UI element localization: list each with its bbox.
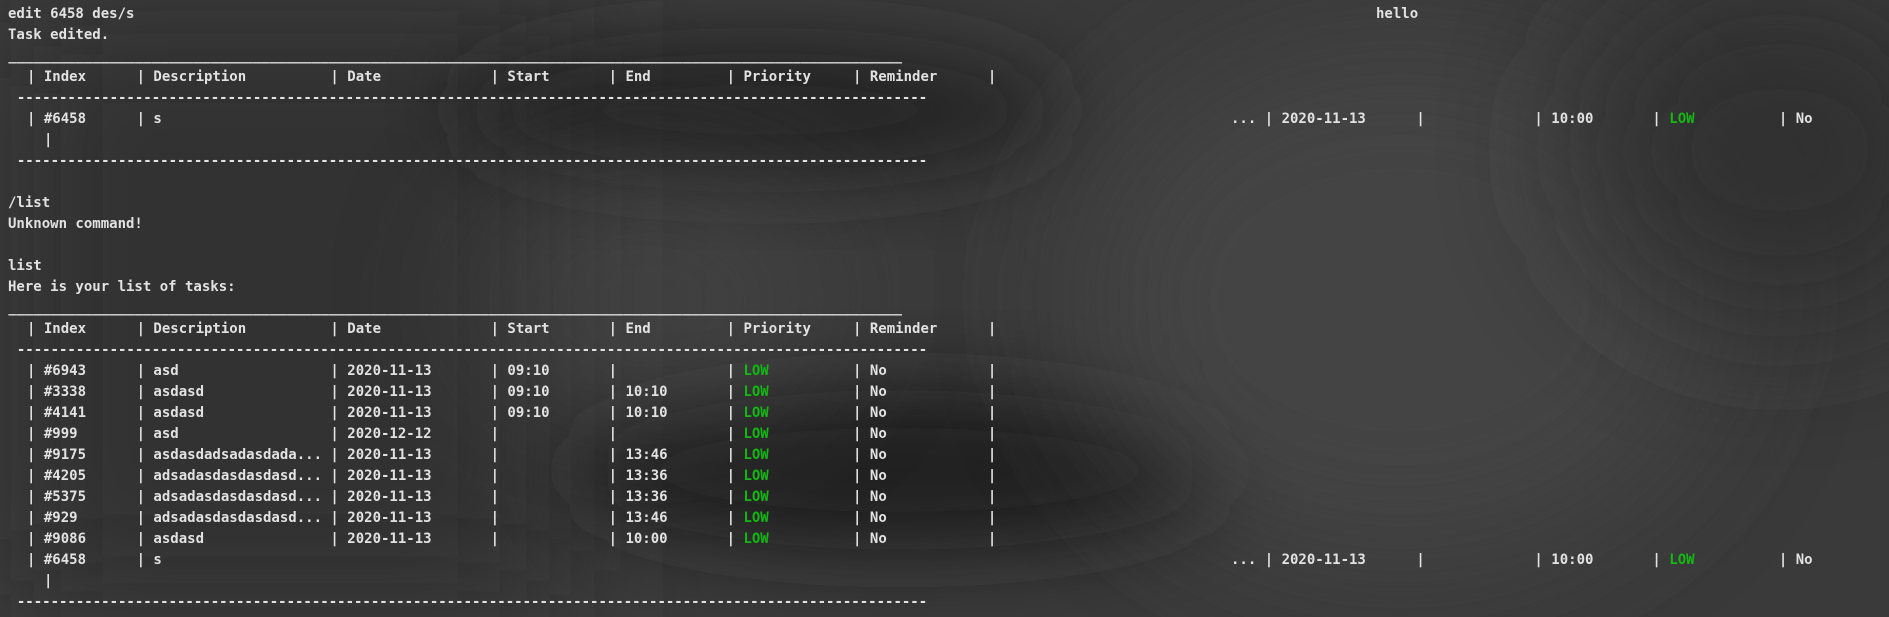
row-cells-end: | No | (768, 405, 997, 421)
row-cells: ... | 2020-11-13 | | 10:00 | (1231, 111, 1670, 127)
row-cells: | #9175 | asdasdadsadasdada... | 2020-11… (27, 447, 744, 463)
command-list: list (8, 258, 42, 274)
row-cells-end: | No | (768, 447, 997, 463)
message-unknown-command: Unknown command! (8, 216, 143, 232)
window-label: hello (1376, 6, 1419, 22)
row-cells: | #4205 | adsadasdasdasdasd... | 2020-11… (27, 468, 744, 484)
table-row: | #929 | adsadasdasdasdasd... | 2020-11-… (27, 508, 996, 528)
row-cells: ... | 2020-11-13 | | 10:00 | (1231, 552, 1670, 568)
row-cells: | #4141 | asdasd | 2020-11-13 | 09:10 | … (27, 405, 744, 421)
priority-badge: LOW (743, 447, 769, 463)
priority-badge: LOW (1669, 111, 1695, 127)
table-header: | Index | Description | Date | Start | E… (27, 321, 997, 337)
table-top-border: ________________________________________… (0, 48, 902, 64)
priority-badge: LOW (743, 468, 769, 484)
row-cells-end: | No | (768, 489, 997, 505)
table-row: | #4141 | asdasd | 2020-11-13 | 09:10 | … (27, 403, 996, 423)
table-divider: ----------------------------------------… (0, 342, 928, 358)
table-divider: ----------------------------------------… (0, 90, 928, 106)
priority-badge: LOW (743, 384, 769, 400)
row-cells-end: | No (1694, 552, 1813, 568)
priority-badge: LOW (1669, 552, 1695, 568)
terminal-output: edit 6458 des/s hello Task edited. _____… (0, 0, 1889, 617)
row-wrap-pipe: | (44, 132, 53, 148)
priority-badge: LOW (743, 489, 769, 505)
command-slash-list: /list (8, 195, 51, 211)
row-cells-end: | No | (768, 363, 997, 379)
message-task-list: Here is your list of tasks: (8, 279, 236, 295)
table-row: | #4205 | adsadasdasdasdasd... | 2020-11… (27, 466, 996, 486)
row-cells: | #5375 | adsadasdasdasdasd... | 2020-11… (27, 489, 744, 505)
priority-badge: LOW (743, 426, 769, 442)
table-row: | #3338 | asdasd | 2020-11-13 | 09:10 | … (27, 382, 996, 402)
row-cells-end: | No | (768, 426, 997, 442)
table-row: | #9086 | asdasd | 2020-11-13 | | 10:00 … (27, 529, 996, 549)
table-row: | #999 | asd | 2020-12-12 | | | LOW | No… (27, 424, 996, 444)
message-task-edited: Task edited. (8, 27, 110, 43)
row-cells: | #9086 | asdasd | 2020-11-13 | | 10:00 … (27, 531, 744, 547)
command-edit: edit 6458 des/s (8, 6, 135, 22)
row-cells: | #6943 | asd | 2020-11-13 | 09:10 | | (27, 363, 744, 379)
table-top-border: ________________________________________… (0, 300, 902, 316)
priority-badge: LOW (743, 510, 769, 526)
row-cells: | #3338 | asdasd | 2020-11-13 | 09:10 | … (27, 384, 744, 400)
row-cells-end: | No | (768, 531, 997, 547)
row-cells-end: | No (1694, 111, 1813, 127)
table-header: | Index | Description | Date | Start | E… (27, 69, 997, 85)
table-row-last-left: | #6458 | s (27, 552, 162, 568)
table-row: | #6943 | asd | 2020-11-13 | 09:10 | | L… (27, 361, 996, 381)
table-row: | #9175 | asdasdadsadasdada... | 2020-11… (27, 445, 996, 465)
table-row: | #5375 | adsadasdasdasdasd... | 2020-11… (27, 487, 996, 507)
priority-badge: LOW (743, 363, 769, 379)
priority-badge: LOW (743, 531, 769, 547)
row-wrap-pipe: | (44, 573, 53, 589)
priority-badge: LOW (743, 405, 769, 421)
row-cells-end: | No | (768, 384, 997, 400)
table-bottom-border: ----------------------------------------… (0, 153, 928, 169)
table-bottom-border: ----------------------------------------… (0, 594, 928, 610)
row-cells-end: | No | (768, 510, 997, 526)
row-cells: | #999 | asd | 2020-12-12 | | | (27, 426, 744, 442)
table-row-edited-left: | #6458 | s (27, 111, 162, 127)
row-cells-end: | No | (768, 468, 997, 484)
row-cells: | #929 | adsadasdasdasdasd... | 2020-11-… (27, 510, 744, 526)
table-row-edited-right: ... | 2020-11-13 | | 10:00 | LOW | No (1231, 109, 1813, 129)
table-row-last-right: ... | 2020-11-13 | | 10:00 | LOW | No (1231, 550, 1813, 570)
